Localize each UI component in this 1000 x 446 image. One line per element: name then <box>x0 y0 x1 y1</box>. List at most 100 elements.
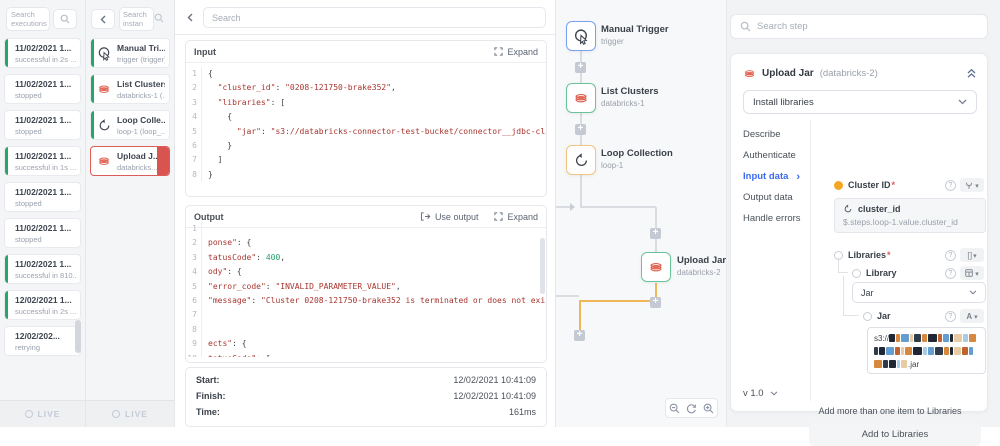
expand-icon <box>494 47 503 56</box>
library-type-select[interactable]: Jar <box>852 282 986 303</box>
databricks-icon <box>97 154 112 169</box>
execution-item[interactable]: 11/02/2021 1...stopped <box>4 110 81 140</box>
object-type-button[interactable] <box>960 266 984 280</box>
line-number: 4 <box>186 265 202 279</box>
execution-item[interactable]: 11/02/2021 1...stopped <box>4 74 81 104</box>
step-item[interactable]: Manual Tri...trigger (trigger) <box>90 38 170 68</box>
output-scrollbar[interactable] <box>540 238 545 294</box>
step-item[interactable]: List Clustersdatabricks-1 (... <box>90 74 170 104</box>
loop-return-line <box>556 206 570 208</box>
chevron-left-icon <box>100 15 107 24</box>
array-type-button[interactable] <box>960 248 984 262</box>
redacted-block <box>954 347 961 355</box>
input-json-viewer[interactable]: 1{2 "cluster_id": "0208-121750-brake352"… <box>186 63 546 197</box>
search-executions-input[interactable]: Search executions <box>6 7 50 31</box>
start-label: Start: <box>196 375 220 385</box>
search-executions-button[interactable] <box>53 9 77 29</box>
step-item[interactable]: Loop Colle...loop-1 (loop_... <box>90 110 170 140</box>
code-line: 6"message": "Cluster 0208-121750-brake35… <box>186 294 546 308</box>
add-to-libraries-button[interactable]: Add to Libraries <box>809 423 981 446</box>
line-content: "jar": "s3://databricks-connector-test-b… <box>202 125 546 139</box>
reset-zoom-button[interactable] <box>686 403 697 414</box>
execution-item[interactable]: 12/02/2021 1...successful in 2s ... <box>4 290 81 320</box>
step-item[interactable]: Upload J...databricks... <box>90 146 170 176</box>
node-loop-collection[interactable] <box>566 145 596 175</box>
loop-icon <box>573 152 590 169</box>
grid-icon <box>965 269 973 277</box>
execution-item[interactable]: 11/02/2021 1...stopped <box>4 182 81 212</box>
jar-value-textarea[interactable]: s3://.jar <box>867 327 986 374</box>
executions-scrollbar[interactable] <box>75 320 81 353</box>
nav-item-input-data[interactable]: Input data <box>743 166 805 187</box>
node-upload-jar[interactable] <box>641 252 671 282</box>
add-step-button[interactable] <box>650 228 661 239</box>
use-output-button[interactable]: Use output <box>420 212 479 222</box>
executions-live-toggle[interactable]: LIVE <box>0 400 85 427</box>
logs-topbar: Search <box>175 0 555 35</box>
status-indicator <box>5 39 8 67</box>
branch-icon <box>965 181 973 190</box>
search-steps-input[interactable]: Search instan <box>119 7 154 31</box>
operation-select[interactable]: Install libraries <box>743 90 977 114</box>
zoom-out-button[interactable] <box>669 403 680 414</box>
output-json-viewer[interactable]: 12ponse": {3tatusCode": 400,4ody": {5"er… <box>186 222 546 357</box>
steps-live-toggle[interactable]: LIVE <box>86 400 174 427</box>
line-content: { <box>202 110 546 124</box>
field-label: Jar <box>877 311 891 321</box>
search-step-input[interactable]: Search step <box>730 14 988 39</box>
execution-item[interactable]: 12/02/202...retrying <box>4 326 81 356</box>
execution-item[interactable]: 11/02/2021 1...successful in 810... <box>4 254 81 284</box>
execution-item[interactable]: 11/02/2021 1...stopped <box>4 218 81 248</box>
help-icon[interactable] <box>945 311 956 322</box>
logs-search-input[interactable]: Search <box>203 7 546 28</box>
step-title: List Clusters <box>117 79 165 89</box>
execution-item[interactable]: 11/02/2021 1...successful in 2s ... <box>4 38 81 68</box>
nav-item-output-data[interactable]: Output data <box>743 187 805 208</box>
workflow-canvas[interactable]: Manual Triggertrigger List Clustersdatab… <box>556 0 727 427</box>
nav-item-describe[interactable]: Describe <box>743 124 805 145</box>
add-step-button[interactable] <box>575 62 586 73</box>
execution-item[interactable]: 11/02/2021 1...successful in 1s ... <box>4 146 81 176</box>
chevron-down-icon <box>770 391 778 396</box>
help-icon[interactable] <box>945 180 956 191</box>
redacted-block <box>969 347 973 355</box>
back-button[interactable] <box>91 9 115 29</box>
expand-input-button[interactable]: Expand <box>494 47 538 57</box>
collapse-panel-button[interactable] <box>966 68 977 79</box>
nav-item-handle-errors[interactable]: Handle errors <box>743 208 805 229</box>
loop-return-arrow-icon <box>570 203 575 211</box>
code-line: 4ody": { <box>186 265 546 279</box>
execution-title: 11/02/2021 1... <box>15 79 76 89</box>
redacted-block <box>928 334 937 342</box>
code-line: 1 <box>186 222 546 236</box>
help-icon[interactable] <box>945 268 956 279</box>
code-line: 8} <box>186 168 546 182</box>
nav-item-authenticate[interactable]: Authenticate <box>743 145 805 166</box>
node-manual-trigger[interactable] <box>566 21 596 51</box>
redacted-block <box>879 347 885 355</box>
redacted-block <box>889 334 895 342</box>
time-value: 161ms <box>509 407 536 417</box>
executions-list: 11/02/2021 1...successful in 2s ... 11/02… <box>4 38 81 362</box>
input-title: Input <box>194 47 216 57</box>
expand-output-button[interactable]: Expand <box>494 212 538 222</box>
add-step-button[interactable] <box>574 330 585 341</box>
redacted-block <box>910 334 913 342</box>
help-icon[interactable] <box>945 250 956 261</box>
node-list-clusters[interactable] <box>566 83 596 113</box>
execution-summary: Start: 12/02/2021 10:41:09 Finish: 12/02… <box>185 367 547 427</box>
redacted-block <box>923 347 927 355</box>
loop-icon <box>843 204 853 214</box>
output-title: Output <box>194 212 224 222</box>
node-label: Loop Collectionloop-1 <box>601 148 673 170</box>
step-subtitle: (databricks-2) <box>820 68 878 79</box>
chevron-left-icon[interactable] <box>187 13 194 22</box>
add-step-button[interactable] <box>650 297 661 308</box>
string-type-button[interactable] <box>960 309 984 323</box>
status-indicator <box>5 147 8 175</box>
zoom-in-button[interactable] <box>703 403 714 414</box>
jsonpath-type-button[interactable] <box>960 178 984 192</box>
version-selector[interactable]: v 1.0 <box>743 388 778 399</box>
cluster-id-mapped-chip[interactable]: cluster_id $.steps.loop-1.value.cluster_… <box>834 198 986 233</box>
add-step-button[interactable] <box>575 124 586 135</box>
